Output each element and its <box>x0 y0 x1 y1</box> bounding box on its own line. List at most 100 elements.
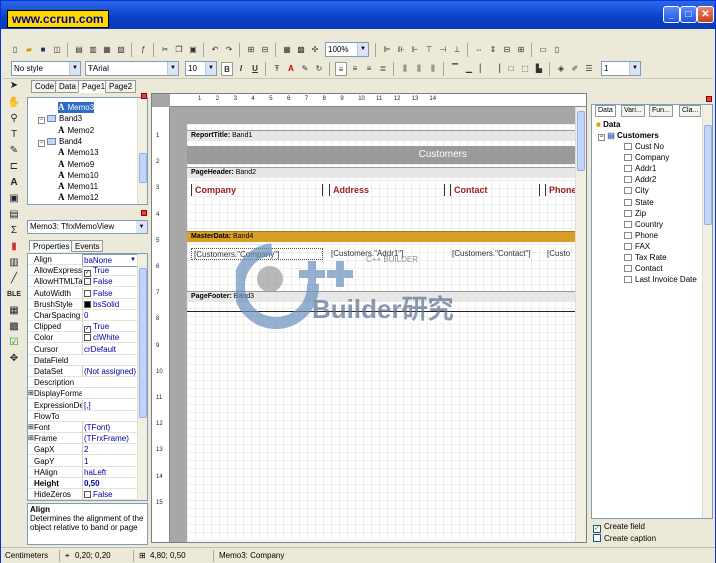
zoom-combo[interactable]: 100% ▼ <box>325 42 369 57</box>
underline-button[interactable]: U <box>249 62 261 76</box>
chart-tool-icon[interactable]: ▮ <box>6 240 22 254</box>
line-tool-icon[interactable]: ╱ <box>6 272 22 286</box>
tab-classes[interactable]: Cla... <box>679 105 702 117</box>
rich-text-tool-icon[interactable]: ▥ <box>6 256 22 270</box>
data-field[interactable]: Zip <box>624 208 646 219</box>
tab-variables[interactable]: Vari... <box>621 105 645 117</box>
ole-tool-icon[interactable]: ▦ <box>6 304 22 318</box>
tree-item[interactable]: A Memo3 <box>58 102 95 113</box>
data-root[interactable]: ■ Data <box>596 119 620 130</box>
frame-color-icon[interactable]: ✐ <box>569 62 581 76</box>
property-row[interactable]: ⊞ DisplayFormat <box>28 388 139 400</box>
zoom-tool-icon[interactable]: ⚲ <box>6 112 22 126</box>
data-field[interactable]: State <box>624 197 654 208</box>
chevron-down-icon[interactable]: ▼ <box>69 62 80 75</box>
property-value[interactable]: 0,50 <box>82 478 138 489</box>
title-bar[interactable]: www.ccrun.com _ □ ✕ <box>1 1 715 29</box>
collapse-icon[interactable]: − <box>598 134 605 141</box>
header-contact-memo[interactable]: Contact <box>450 184 540 196</box>
dataset-node[interactable]: − ▤ Customers <box>598 130 659 141</box>
property-value[interactable]: [,] <box>82 399 138 411</box>
property-value[interactable]: haLeft <box>82 466 138 478</box>
property-row[interactable]: Clipped ✓ True <box>28 321 139 334</box>
data-field[interactable]: Addr2 <box>624 174 656 185</box>
align-top-icon[interactable]: ⊤ <box>423 43 435 57</box>
property-row[interactable]: CharSpacing 0 <box>28 310 139 321</box>
page-settings-icon[interactable]: ▧ <box>115 43 127 57</box>
property-row[interactable]: HideZeros False <box>28 489 139 500</box>
tab-properties[interactable]: Properties <box>29 240 74 252</box>
chevron-down-icon[interactable]: ▼ <box>136 221 147 233</box>
property-row[interactable]: FlowTo <box>28 411 139 422</box>
maximize-button[interactable]: □ <box>680 6 697 23</box>
format-painter-icon[interactable]: ✎ <box>6 144 22 158</box>
redo-icon[interactable]: ↷ <box>223 43 235 57</box>
valign-bottom-icon[interactable]: ⫼ <box>427 62 439 76</box>
align-right-icon[interactable]: ⊩ <box>409 43 421 57</box>
data-phone-memo[interactable]: [Custo <box>545 248 577 260</box>
header-phone-memo[interactable]: Phone <box>545 184 577 196</box>
frame-all-icon[interactable]: □ <box>505 62 517 76</box>
center-horz-icon[interactable]: ⊟ <box>501 43 513 57</box>
variables-icon[interactable]: ƒ <box>137 43 149 57</box>
center-vert-icon[interactable]: ⊞ <box>515 43 527 57</box>
menu-bar[interactable] <box>1 29 715 39</box>
shadow-icon[interactable]: ▙ <box>533 62 545 76</box>
undo-icon[interactable]: ↶ <box>209 43 221 57</box>
object-selector[interactable]: Memo3: TfrxMemoView ▼ <box>27 220 148 234</box>
property-row[interactable]: ⊞ Frame (TFrxFrame) <box>28 433 139 445</box>
tree-item[interactable]: A Memo2 <box>58 125 94 136</box>
expand-icon[interactable]: ⊞ <box>28 422 34 433</box>
property-row[interactable]: GapX 2 <box>28 444 139 456</box>
copy-icon[interactable]: ❐ <box>173 43 185 57</box>
font-combo[interactable]: ŦArial ▼ <box>85 61 179 76</box>
tree-item[interactable]: − Band3 <box>38 113 82 125</box>
expand-icon[interactable]: ⊞ <box>28 388 34 399</box>
show-grid-icon[interactable]: ▦ <box>281 43 293 57</box>
text-align-left-icon[interactable]: ≡ <box>335 62 347 76</box>
property-value[interactable]: (TFont) <box>82 422 138 433</box>
collapse-icon[interactable]: − <box>38 139 45 147</box>
data-field[interactable]: Last Invoice Date <box>624 274 697 285</box>
align-middle-icon[interactable]: ⊣ <box>437 43 449 57</box>
data-field[interactable]: Company <box>624 152 669 163</box>
property-value[interactable]: 1 <box>82 455 138 467</box>
close-button[interactable]: ✕ <box>697 6 714 23</box>
minimize-button[interactable]: _ <box>663 6 680 23</box>
create-caption-checkbox[interactable]: Create caption <box>593 534 656 544</box>
align-grid-icon[interactable]: ▩ <box>295 43 307 57</box>
barcode-tool-icon[interactable]: BLE <box>6 288 22 302</box>
property-row[interactable]: Description <box>28 377 139 389</box>
new-dialog-icon[interactable]: ▥ <box>87 43 99 57</box>
paste-icon[interactable]: ▣ <box>187 43 199 57</box>
property-checkbox[interactable] <box>84 491 91 499</box>
bold-button[interactable]: B <box>221 62 233 76</box>
property-row[interactable]: Height 0,50 <box>28 478 139 489</box>
frame-right-icon[interactable]: ▕ <box>491 62 503 76</box>
property-value[interactable]: 0 <box>82 310 138 321</box>
chevron-down-icon[interactable]: ▼ <box>205 62 216 75</box>
property-value[interactable]: ✓ True <box>82 265 138 278</box>
property-row[interactable]: Cursor crDefault <box>28 343 139 355</box>
data-field[interactable]: Phone <box>624 230 658 241</box>
hand-tool-icon[interactable]: ✋ <box>6 96 22 110</box>
data-field[interactable]: Country <box>624 219 663 230</box>
property-row[interactable]: DataField <box>28 355 139 366</box>
property-row[interactable]: AutoWidth False <box>28 287 139 299</box>
align-center-icon[interactable]: ⊪ <box>395 43 407 57</box>
property-row[interactable]: AllowHTMLTag False <box>28 276 139 288</box>
text-align-right-icon[interactable]: ≡ <box>363 62 375 76</box>
space-horz-icon[interactable]: ⇔ <box>473 43 485 57</box>
close-icon[interactable] <box>706 96 712 102</box>
font-size-combo[interactable]: 10 ▼ <box>185 61 217 76</box>
new-page-icon[interactable]: ▤ <box>73 43 85 57</box>
text-align-center-icon[interactable]: ≡ <box>349 62 361 76</box>
tree-item[interactable]: A Memo9 <box>58 159 94 170</box>
collapse-icon[interactable]: − <box>38 117 45 125</box>
tree-item[interactable]: A Memo12 <box>58 192 99 203</box>
sum-tool-icon[interactable]: Σ <box>6 224 22 238</box>
frame-bottom-icon[interactable]: ▁ <box>463 62 475 76</box>
tab-events[interactable]: Events <box>71 240 104 252</box>
design-vertical-scrollbar[interactable] <box>575 107 586 542</box>
frame-none-icon[interactable]: ⬚ <box>519 62 531 76</box>
